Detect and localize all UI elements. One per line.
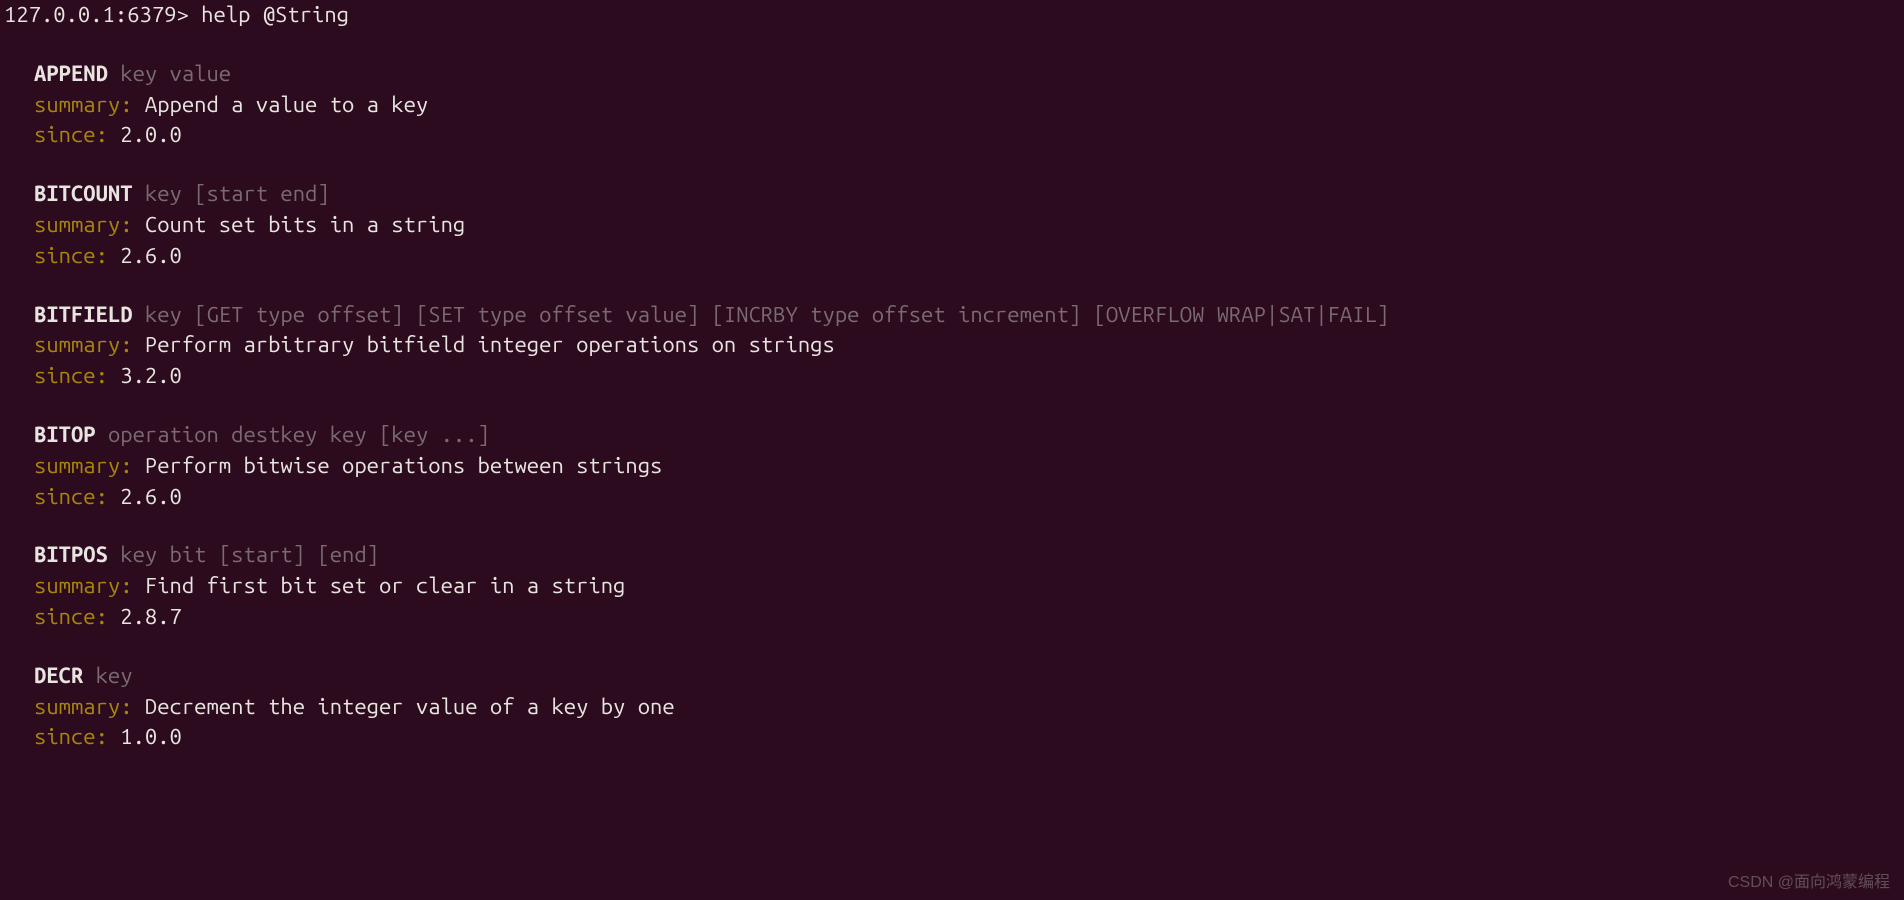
summary-label: summary: — [34, 694, 133, 719]
command-name: BITCOUNT — [34, 181, 133, 206]
summary-label: summary: — [34, 573, 133, 598]
summary-text: Decrement the integer value of a key by … — [145, 694, 675, 719]
help-entry: BITOP operation destkey key [key ...] su… — [4, 420, 1900, 512]
prompt-line: 127.0.0.1:6379> help @String — [4, 0, 1900, 31]
command-header: APPEND key value — [34, 59, 1900, 90]
command-name: APPEND — [34, 61, 108, 86]
since-line: since: 2.6.0 — [34, 241, 1900, 272]
since-text: 2.6.0 — [120, 243, 182, 268]
help-entry: BITFIELD key [GET type offset] [SET type… — [4, 300, 1900, 392]
since-text: 2.8.7 — [120, 604, 182, 629]
summary-text: Perform arbitrary bitfield integer opera… — [145, 332, 835, 357]
summary-line: summary: Append a value to a key — [34, 90, 1900, 121]
command-header: BITOP operation destkey key [key ...] — [34, 420, 1900, 451]
since-line: since: 2.6.0 — [34, 482, 1900, 513]
since-text: 3.2.0 — [120, 363, 182, 388]
command-args: key [GET type offset] [SET type offset v… — [145, 302, 1389, 327]
help-entry: APPEND key value summary: Append a value… — [4, 59, 1900, 151]
watermark: CSDN @面向鸿蒙编程 — [1728, 872, 1890, 894]
help-entry: BITCOUNT key [start end] summary: Count … — [4, 179, 1900, 271]
prompt: 127.0.0.1:6379> — [4, 2, 189, 27]
since-label: since: — [34, 363, 108, 388]
since-label: since: — [34, 122, 108, 147]
since-text: 2.0.0 — [120, 122, 182, 147]
command-name: BITFIELD — [34, 302, 133, 327]
since-line: since: 1.0.0 — [34, 722, 1900, 753]
summary-line: summary: Decrement the integer value of … — [34, 692, 1900, 723]
help-entry: DECR key summary: Decrement the integer … — [4, 661, 1900, 753]
since-label: since: — [34, 243, 108, 268]
since-line: since: 2.8.7 — [34, 602, 1900, 633]
summary-text: Perform bitwise operations between strin… — [145, 453, 662, 478]
since-text: 1.0.0 — [120, 724, 182, 749]
summary-label: summary: — [34, 453, 133, 478]
summary-line: summary: Perform arbitrary bitfield inte… — [34, 330, 1900, 361]
command-name: BITPOS — [34, 542, 108, 567]
command-args: key [start end] — [145, 181, 330, 206]
since-label: since: — [34, 484, 108, 509]
command-header: BITPOS key bit [start] [end] — [34, 540, 1900, 571]
summary-line: summary: Find first bit set or clear in … — [34, 571, 1900, 602]
summary-line: summary: Count set bits in a string — [34, 210, 1900, 241]
summary-label: summary: — [34, 92, 133, 117]
since-label: since: — [34, 724, 108, 749]
terminal-output[interactable]: 127.0.0.1:6379> help @String APPEND key … — [0, 0, 1904, 753]
summary-label: summary: — [34, 212, 133, 237]
summary-line: summary: Perform bitwise operations betw… — [34, 451, 1900, 482]
command-args: key — [96, 663, 133, 688]
typed-command: help @String — [201, 2, 349, 27]
command-args: key bit [start] [end] — [120, 542, 379, 567]
command-name: DECR — [34, 663, 83, 688]
since-line: since: 3.2.0 — [34, 361, 1900, 392]
help-entry: BITPOS key bit [start] [end] summary: Fi… — [4, 540, 1900, 632]
summary-text: Append a value to a key — [145, 92, 428, 117]
summary-text: Count set bits in a string — [145, 212, 465, 237]
command-name: BITOP — [34, 422, 96, 447]
since-line: since: 2.0.0 — [34, 120, 1900, 151]
summary-label: summary: — [34, 332, 133, 357]
since-text: 2.6.0 — [120, 484, 182, 509]
command-header: DECR key — [34, 661, 1900, 692]
command-args: operation destkey key [key ...] — [108, 422, 490, 447]
command-header: BITCOUNT key [start end] — [34, 179, 1900, 210]
since-label: since: — [34, 604, 108, 629]
command-args: key value — [120, 61, 231, 86]
command-header: BITFIELD key [GET type offset] [SET type… — [34, 300, 1900, 331]
summary-text: Find first bit set or clear in a string — [145, 573, 625, 598]
